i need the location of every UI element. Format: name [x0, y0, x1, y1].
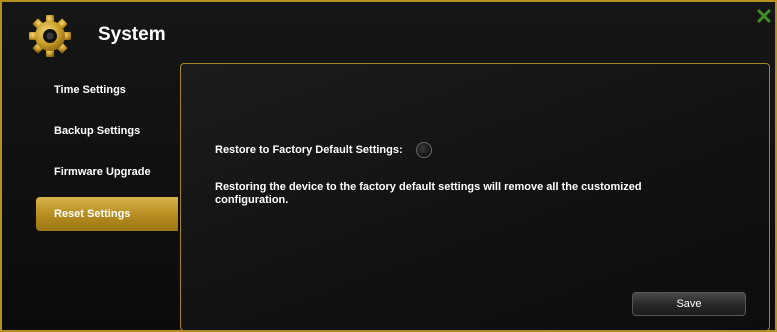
restore-label: Restore to Factory Default Settings:: [215, 143, 403, 156]
reset-settings-panel: Restore to Factory Default Settings: Res…: [180, 63, 770, 331]
restore-description: Restoring the device to the factory defa…: [215, 181, 642, 206]
close-icon[interactable]: ✕: [753, 2, 775, 32]
restore-radio[interactable]: [415, 142, 432, 158]
dialog-title: System: [98, 24, 166, 45]
gear-icon: [28, 14, 72, 58]
sidebar-item-firmware-upgrade[interactable]: Firmware Upgrade: [36, 155, 178, 189]
sidebar-item-time-settings[interactable]: Time Settings: [36, 73, 178, 107]
sidebar-item-label: Firmware Upgrade: [54, 166, 151, 178]
sidebar-item-reset-settings[interactable]: Reset Settings: [36, 197, 178, 231]
sidebar-item-backup-settings[interactable]: Backup Settings: [36, 114, 178, 148]
dialog-header: System ✕: [2, 2, 775, 64]
sidebar-item-label: Backup Settings: [54, 125, 141, 137]
sidebar-item-label: Time Settings: [54, 84, 126, 96]
system-dialog: System ✕ Time Settings Backup Settings F…: [0, 0, 777, 332]
restore-row: Restore to Factory Default Settings:: [215, 142, 432, 158]
save-button[interactable]: Save: [632, 292, 746, 316]
sidebar-item-label: Reset Settings: [54, 208, 131, 220]
